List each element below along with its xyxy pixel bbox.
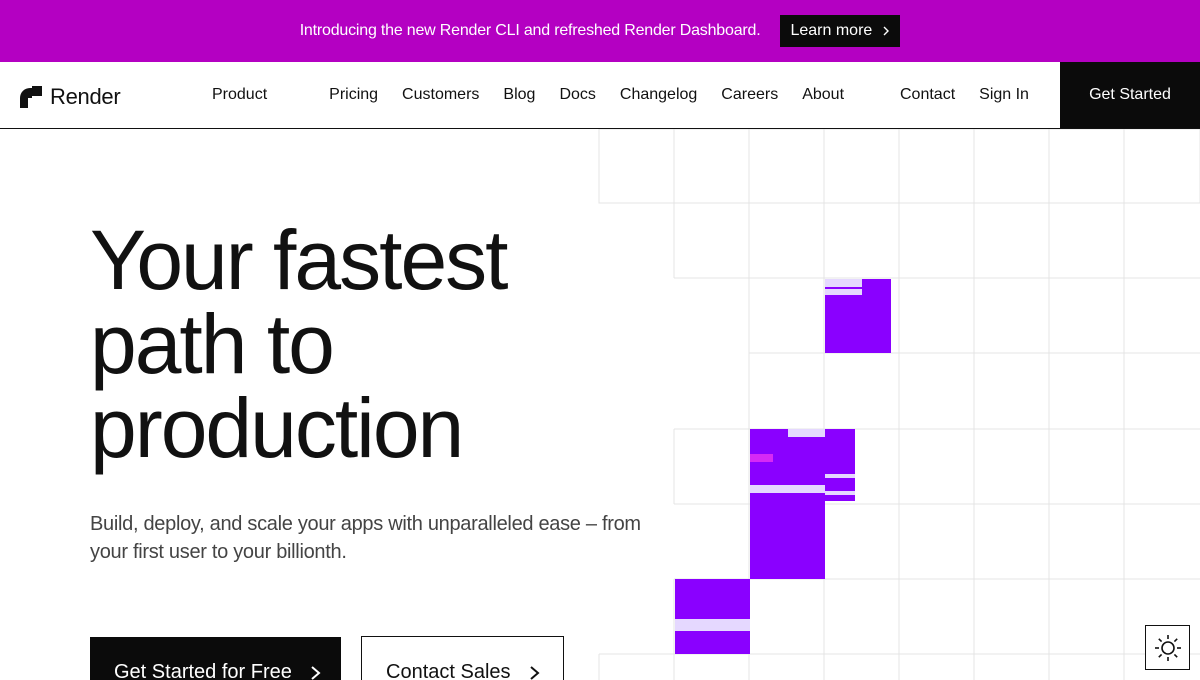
arrow-right-icon bbox=[311, 666, 321, 680]
primary-nav-links: Product Pricing Customers Blog Docs Chan… bbox=[212, 62, 844, 128]
learn-more-label: Learn more bbox=[790, 22, 873, 39]
secondary-nav-links: Contact Sign In bbox=[900, 62, 1029, 128]
logo-text: Render bbox=[50, 84, 121, 109]
arrow-right-icon bbox=[529, 666, 540, 680]
hero-title-line-1: Your fastest bbox=[90, 213, 509, 307]
theme-toggle-button[interactable] bbox=[1145, 625, 1190, 670]
nav-link-contact[interactable]: Contact bbox=[900, 86, 955, 104]
top-navigation: Render Product Pricing Customers Blog Do… bbox=[0, 62, 1200, 129]
hero-title-line-3: production bbox=[90, 381, 464, 475]
nav-link-careers[interactable]: Careers bbox=[721, 86, 778, 104]
sign-in-link[interactable]: Sign In bbox=[979, 86, 1029, 104]
render-logo[interactable]: Render bbox=[20, 84, 121, 110]
nav-link-blog[interactable]: Blog bbox=[503, 86, 535, 104]
hero-title-line-2: path to bbox=[90, 297, 335, 391]
announcement-text: Introducing the new Render CLI and refre… bbox=[299, 22, 761, 39]
nav-link-about[interactable]: About bbox=[802, 86, 844, 104]
get-started-free-label: Get Started for Free bbox=[114, 661, 292, 680]
nav-link-product[interactable]: Product bbox=[212, 86, 267, 104]
learn-more-button[interactable]: Learn more bbox=[780, 15, 901, 47]
contact-sales-label: Contact Sales bbox=[386, 661, 511, 680]
contact-sales-button[interactable]: Contact Sales bbox=[361, 636, 564, 680]
nav-link-customers[interactable]: Customers bbox=[402, 86, 479, 104]
get-started-button[interactable]: Get Started bbox=[1060, 62, 1200, 128]
nav-link-changelog[interactable]: Changelog bbox=[620, 86, 697, 104]
hero-subtitle: Build, deploy, and scale your apps with … bbox=[90, 513, 641, 563]
get-started-free-button[interactable]: Get Started for Free bbox=[90, 637, 341, 680]
render-logo-icon bbox=[20, 86, 42, 108]
nav-link-docs[interactable]: Docs bbox=[559, 86, 595, 104]
chevron-right-icon bbox=[883, 26, 890, 36]
announcement-banner: Introducing the new Render CLI and refre… bbox=[0, 0, 1200, 62]
purple-blocks bbox=[675, 279, 891, 654]
hero-title: Your fastest path to production bbox=[90, 218, 610, 470]
nav-link-pricing[interactable]: Pricing bbox=[329, 86, 378, 104]
sun-icon bbox=[1154, 634, 1181, 661]
